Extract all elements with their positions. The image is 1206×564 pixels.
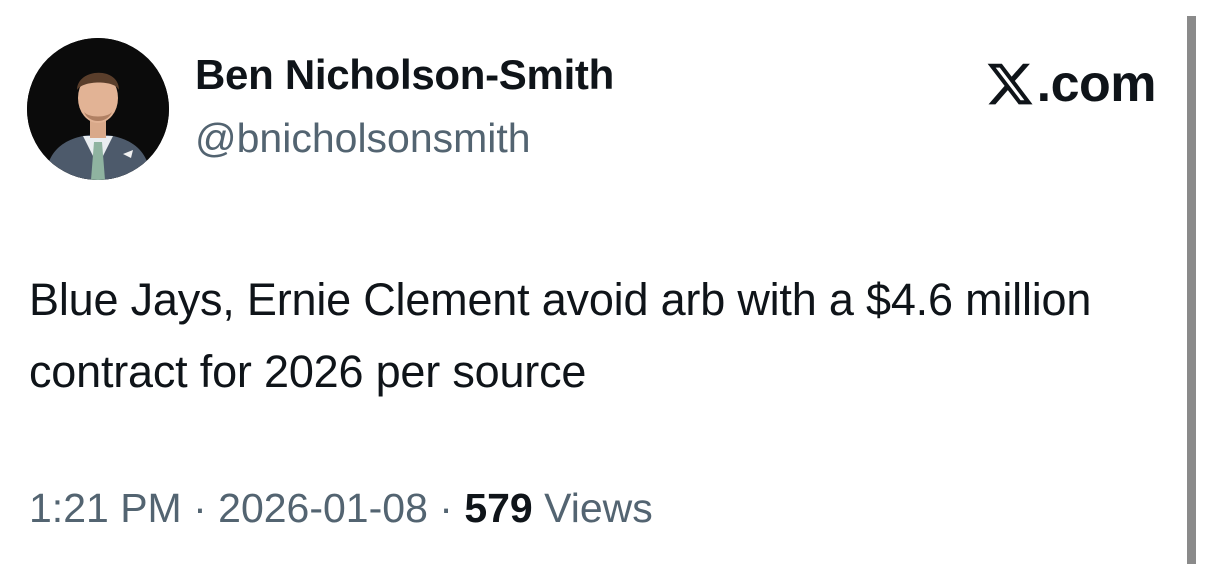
meta-separator: · [427,485,465,531]
meta-separator: · [181,485,219,531]
tweet-card: Ben Nicholson-Smith @bnicholsonsmith .co… [0,0,1206,564]
tweet-meta: 1:21 PM · 2026-01-08 · 579 Views [29,485,653,531]
avatar-photo [27,38,169,180]
views-space [533,485,544,531]
tweet-text: Blue Jays, Ernie Clement avoid arb with … [29,274,1092,397]
avatar[interactable] [27,38,169,180]
brand-watermark: .com [985,55,1157,113]
tweet-date[interactable]: 2026-01-08 [218,485,428,531]
brand-domain: .com [1036,55,1157,113]
scrollbar[interactable] [1187,16,1196,564]
x-logo-icon [987,63,1033,105]
author-handle[interactable]: @bnicholsonsmith [195,115,531,161]
author-name[interactable]: Ben Nicholson-Smith [195,51,614,98]
tweet-time[interactable]: 1:21 PM [29,485,182,531]
views-count: 579 [464,485,533,531]
views-label: Views [544,485,653,531]
